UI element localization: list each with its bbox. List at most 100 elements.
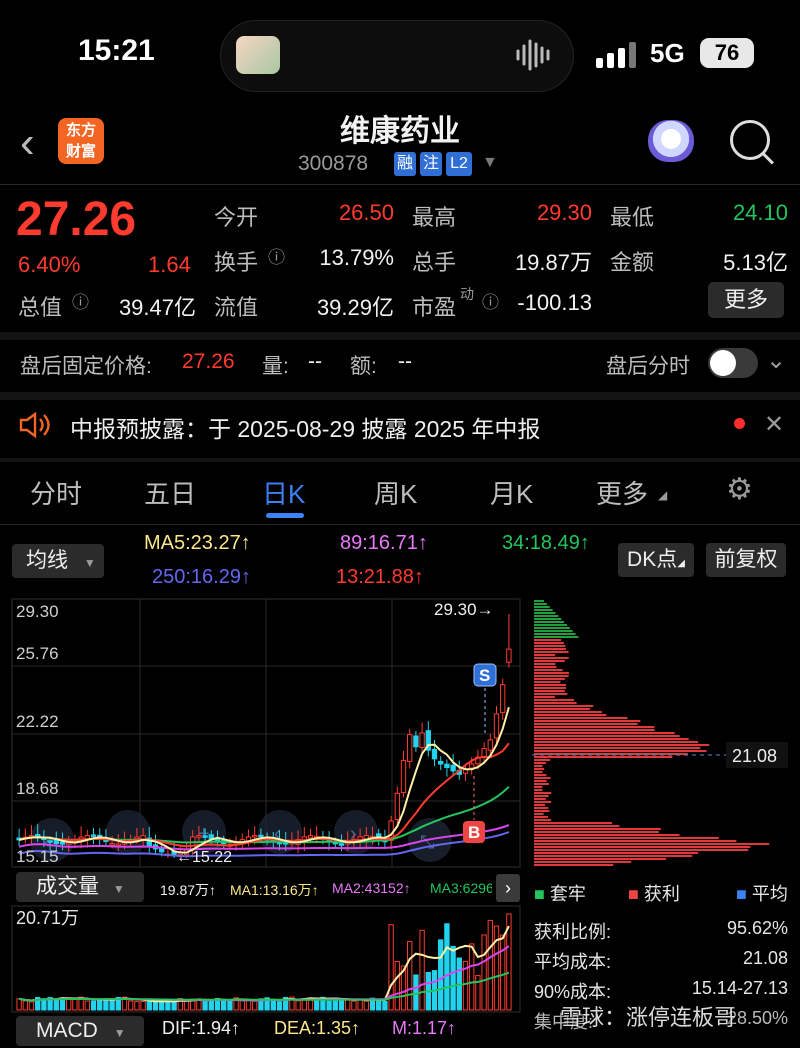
- tab-monthly-k[interactable]: 月K: [490, 474, 533, 511]
- volume-bar: [54, 1000, 58, 1010]
- dropdown-caret-icon[interactable]: ▼: [482, 154, 498, 172]
- tab-more[interactable]: 更多: [596, 474, 648, 511]
- volume-bar: [420, 930, 424, 1010]
- chip-bar: [534, 651, 569, 653]
- chip-bar: [534, 711, 602, 713]
- chip-bar: [534, 819, 551, 821]
- chip-bar: [534, 843, 769, 845]
- chip-bar: [534, 663, 555, 665]
- chip-bar: [534, 675, 569, 677]
- close-icon[interactable]: ✕: [764, 410, 784, 439]
- candle-body: [420, 733, 424, 748]
- turnover-label[interactable]: 换手: [214, 245, 258, 277]
- after-hours-price: 27.26: [182, 350, 235, 374]
- divider: [0, 524, 800, 525]
- chip-bar: [534, 621, 564, 623]
- candle-body: [432, 749, 436, 758]
- pe-value: -100.13: [492, 290, 592, 316]
- chip-bar: [534, 783, 549, 785]
- chip-bar: [534, 699, 574, 701]
- volume-bar: [91, 1001, 95, 1010]
- change-amt: 1.64: [148, 252, 191, 278]
- candle-body: [482, 749, 486, 757]
- chip-bar: [534, 732, 675, 734]
- tag-registered[interactable]: 注: [420, 152, 442, 176]
- mktcap-label[interactable]: 总值: [18, 290, 62, 322]
- more-button[interactable]: 更多: [708, 282, 784, 318]
- volume-bars: [17, 914, 511, 1010]
- volume-bar: [277, 1002, 281, 1010]
- tab-daily-k[interactable]: 日K: [262, 474, 305, 511]
- avg-cost-marker: 21.08: [732, 746, 777, 766]
- chip-legend-avg: ■ 平均: [736, 880, 788, 906]
- adjust-button[interactable]: 前复权: [706, 543, 786, 577]
- chip-bar: [534, 756, 672, 758]
- chip-bar: [534, 822, 612, 824]
- chip-bar: [534, 723, 638, 725]
- divider: [0, 392, 800, 400]
- chip-bar: [534, 630, 573, 632]
- volume-bar: [383, 1001, 387, 1010]
- after-hours-toggle[interactable]: [708, 348, 758, 378]
- sell-badge-label: S: [479, 666, 490, 685]
- chip-bar: [534, 672, 569, 674]
- fullscreen-icon[interactable]: ⤡: [420, 832, 434, 852]
- chip-legend-profit: ■ 获利: [628, 880, 680, 906]
- candle-body: [494, 714, 498, 738]
- volume-bar: [98, 999, 102, 1010]
- chip-bar: [534, 750, 707, 752]
- info-icon[interactable]: ⓘ: [72, 288, 89, 313]
- pe-label[interactable]: 市盈: [412, 290, 456, 322]
- chip-legend-trapped-label: 套牢: [550, 884, 586, 904]
- facetime-avatar[interactable]: [236, 36, 280, 74]
- search-icon[interactable]: [730, 120, 770, 160]
- volume-bar: [23, 1001, 27, 1010]
- kline-chart-area[interactable]: « + ‹ › ⤡ 29.30 25.76 22.22 18.68 15.15 …: [0, 596, 800, 1041]
- tab-intraday[interactable]: 分时: [30, 474, 82, 511]
- notice-text[interactable]: 中报预披露：于 2025-08-29 披露 2025 年中报: [70, 410, 540, 444]
- volume-total: 19.87万↑: [160, 880, 216, 900]
- price-tick: 25.76: [16, 644, 59, 663]
- chip-bar: [534, 696, 555, 698]
- chip-bar: [534, 771, 543, 773]
- tag-margin[interactable]: 融: [394, 152, 416, 176]
- candle-body: [308, 836, 312, 838]
- chevron-down-icon[interactable]: ⌄: [766, 346, 786, 375]
- candle-body: [488, 740, 492, 750]
- chip-bar: [534, 849, 748, 851]
- chip-bar: [534, 684, 566, 686]
- volume-bar: [246, 1000, 250, 1010]
- chip-bar: [534, 789, 542, 791]
- chip-bar: [534, 765, 543, 767]
- chip-bar: [534, 729, 655, 731]
- expand-right-icon[interactable]: ›: [496, 874, 520, 902]
- chip-bar: [534, 660, 565, 662]
- high-label: 最高: [412, 200, 456, 232]
- dk-point-button[interactable]: DK点◢: [618, 543, 694, 577]
- chip-bar: [534, 708, 590, 710]
- chip-bar: [534, 855, 692, 857]
- chip-bar: [534, 762, 546, 764]
- chip-bar: [534, 810, 549, 812]
- avg-cost-label: 平均成本:: [534, 948, 611, 974]
- volume-max-tick: 20.71万: [16, 908, 79, 928]
- volume-bar: [29, 1002, 33, 1010]
- volume-label: 总手: [412, 245, 456, 277]
- info-icon[interactable]: ⓘ: [268, 243, 285, 268]
- chip-bar: [534, 768, 544, 770]
- candle-body: [445, 764, 449, 767]
- chip-bar: [534, 720, 640, 722]
- price-tick: 22.22: [16, 712, 59, 731]
- volume-selector[interactable]: 成交量 ▼: [16, 872, 144, 902]
- audio-wave-icon: [515, 38, 555, 72]
- ma-selector[interactable]: 均线 ▼: [12, 544, 104, 578]
- tag-level2[interactable]: L2: [446, 152, 472, 176]
- tab-five-day[interactable]: 五日: [144, 474, 196, 511]
- chip-bar: [534, 717, 627, 719]
- macd-selector[interactable]: MACD ▼: [16, 1016, 144, 1046]
- tab-weekly-k[interactable]: 周K: [374, 474, 417, 511]
- assistant-robot-icon[interactable]: [648, 120, 694, 162]
- candle-body: [451, 765, 455, 771]
- chip-bar: [534, 858, 666, 860]
- settings-gear-icon[interactable]: ⚙: [726, 472, 753, 507]
